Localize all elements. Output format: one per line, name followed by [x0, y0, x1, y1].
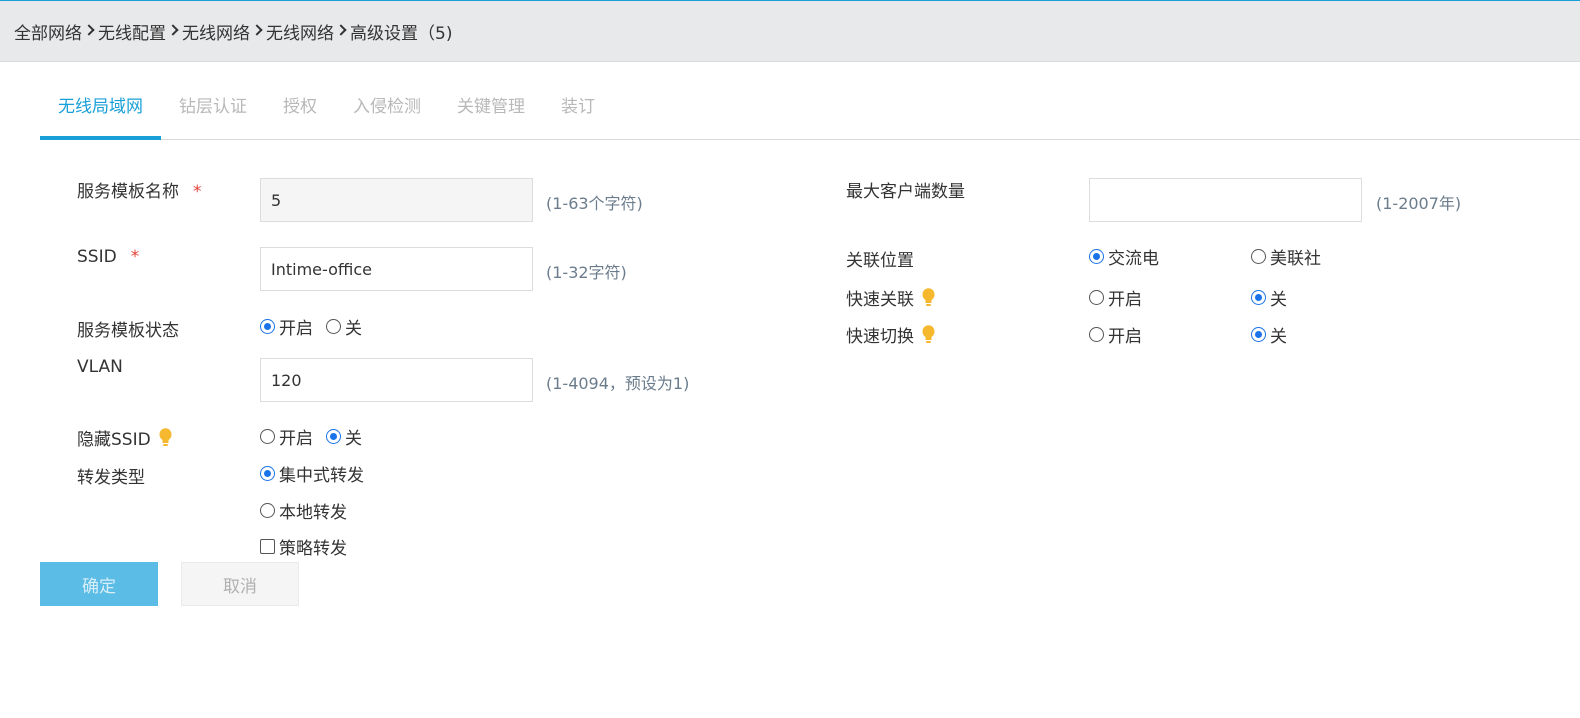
fast-switch-on[interactable]: 开启	[1089, 322, 1142, 347]
chevron-right-icon	[335, 24, 347, 36]
required-marker: *	[130, 247, 140, 267]
tab-layer-auth[interactable]: 钻层认证	[161, 78, 265, 140]
max-clients-input[interactable]	[1089, 178, 1362, 222]
lightbulb-icon[interactable]	[159, 427, 172, 448]
radio-centralized[interactable]	[260, 466, 275, 481]
breadcrumb-item-wireless-network-2[interactable]: 无线网络	[266, 19, 334, 44]
lightbulb-icon[interactable]	[922, 324, 935, 345]
radio-off[interactable]	[1251, 290, 1266, 305]
assoc-location-option-1: 交流电	[1089, 244, 1159, 269]
forward-type-centralized: 集中式转发	[260, 461, 364, 486]
radio-on[interactable]	[260, 319, 275, 334]
breadcrumb: 全部网络 无线配置 无线网络 无线网络 高级设置（5)	[0, 0, 1580, 62]
option-label: 关	[345, 319, 362, 339]
template-status-on[interactable]: 开启	[260, 314, 313, 339]
policy-forward-checkbox[interactable]	[260, 539, 275, 554]
hide-ssid-off[interactable]: 关	[326, 424, 362, 449]
breadcrumb-item-wireless-network[interactable]: 无线网络	[182, 19, 250, 44]
template-name-hint: (1-63个字符)	[546, 194, 643, 213]
tab-bar: 无线局域网 钻层认证 授权 入侵检测 关键管理 装订	[40, 78, 613, 140]
forward-centralized-option[interactable]: 集中式转发	[260, 461, 364, 486]
fast-switch-option-on: 开启	[1089, 322, 1142, 347]
tab-binding[interactable]: 装订	[543, 78, 613, 140]
hide-ssid-label: 隐藏SSID	[77, 425, 172, 450]
fast-assoc-option-off: 关	[1251, 285, 1287, 310]
option-label: 关	[1270, 327, 1287, 347]
fast-switch-label-text: 快速切换	[846, 327, 914, 347]
fast-assoc-option-on: 开启	[1089, 285, 1142, 310]
chevron-right-icon	[167, 24, 179, 36]
ssid-input[interactable]	[260, 247, 533, 291]
max-clients-hint: (1-2007年)	[1376, 194, 1462, 213]
assoc-location-label: 关联位置	[846, 251, 914, 271]
vlan-hint: (1-4094，预设为1)	[546, 374, 690, 393]
vlan-input[interactable]	[260, 358, 533, 402]
assoc-location-option-2: 美联社	[1251, 244, 1321, 269]
fast-assoc-label: 快速关联	[846, 285, 935, 310]
option-label: 关	[345, 429, 362, 449]
option-label: 交流电	[1108, 249, 1159, 269]
template-name-label: 服务模板名称 *	[77, 177, 202, 202]
radio-on[interactable]	[1089, 327, 1104, 342]
radio-local[interactable]	[260, 503, 275, 518]
assoc-location-ap[interactable]: 美联社	[1251, 244, 1321, 269]
option-label: 策略转发	[279, 539, 347, 559]
option-label: 集中式转发	[279, 466, 364, 486]
confirm-button[interactable]: 确定	[40, 562, 158, 606]
fast-switch-label: 快速切换	[846, 322, 935, 347]
option-label: 美联社	[1270, 249, 1321, 269]
template-status-label: 服务模板状态	[77, 321, 179, 341]
ssid-hint: (1-32字符)	[546, 263, 627, 282]
policy-forward-option[interactable]: 策略转发	[260, 534, 347, 559]
radio-off[interactable]	[326, 429, 341, 444]
tab-wlan[interactable]: 无线局域网	[40, 78, 161, 140]
radio-on[interactable]	[1089, 290, 1104, 305]
lightbulb-icon[interactable]	[922, 287, 935, 308]
option-label: 本地转发	[279, 503, 347, 523]
breadcrumb-item-wireless-config[interactable]: 无线配置	[98, 19, 166, 44]
assoc-location-ac[interactable]: 交流电	[1089, 244, 1159, 269]
required-marker: *	[193, 182, 202, 202]
hide-ssid-group: 开启 关	[260, 424, 362, 449]
option-label: 开启	[1108, 327, 1142, 347]
hide-ssid-label-text: 隐藏SSID	[77, 430, 151, 450]
ssid-label: SSID *	[77, 247, 139, 267]
hide-ssid-on[interactable]: 开启	[260, 424, 313, 449]
radio-off[interactable]	[1251, 327, 1266, 342]
template-status-group: 开启 关	[260, 314, 362, 339]
chevron-right-icon	[83, 24, 95, 36]
ssid-label-text: SSID	[77, 247, 117, 267]
template-name-input[interactable]	[260, 178, 533, 222]
radio-on[interactable]	[260, 429, 275, 444]
fast-assoc-on[interactable]: 开启	[1089, 285, 1142, 310]
fast-switch-option-off: 关	[1251, 322, 1287, 347]
cancel-button[interactable]: 取消	[181, 562, 299, 606]
radio-off[interactable]	[326, 319, 341, 334]
vlan-label: VLAN	[77, 357, 123, 377]
radio-ac[interactable]	[1089, 249, 1104, 264]
template-name-label-text: 服务模板名称	[77, 182, 179, 202]
breadcrumb-item-advanced-settings: 高级设置（5)	[350, 23, 453, 44]
forward-type-local: 本地转发	[260, 498, 347, 523]
radio-ap[interactable]	[1251, 249, 1266, 264]
fast-switch-off[interactable]: 关	[1251, 322, 1287, 347]
forward-local-option[interactable]: 本地转发	[260, 498, 347, 523]
option-label: 开启	[279, 319, 313, 339]
fast-assoc-label-text: 快速关联	[846, 290, 914, 310]
forward-type-label: 转发类型	[77, 468, 145, 488]
forward-type-policy: 策略转发	[260, 534, 347, 559]
option-label: 开启	[1108, 290, 1142, 310]
template-status-off[interactable]: 关	[326, 314, 362, 339]
option-label: 开启	[279, 429, 313, 449]
tab-authorization[interactable]: 授权	[265, 78, 335, 140]
chevron-right-icon	[251, 24, 263, 36]
option-label: 关	[1270, 290, 1287, 310]
breadcrumb-item-all-networks[interactable]: 全部网络	[14, 19, 82, 44]
max-clients-label: 最大客户端数量	[846, 182, 965, 202]
fast-assoc-off[interactable]: 关	[1251, 285, 1287, 310]
tab-intrusion-detection[interactable]: 入侵检测	[335, 78, 439, 140]
tab-key-management[interactable]: 关键管理	[439, 78, 543, 140]
